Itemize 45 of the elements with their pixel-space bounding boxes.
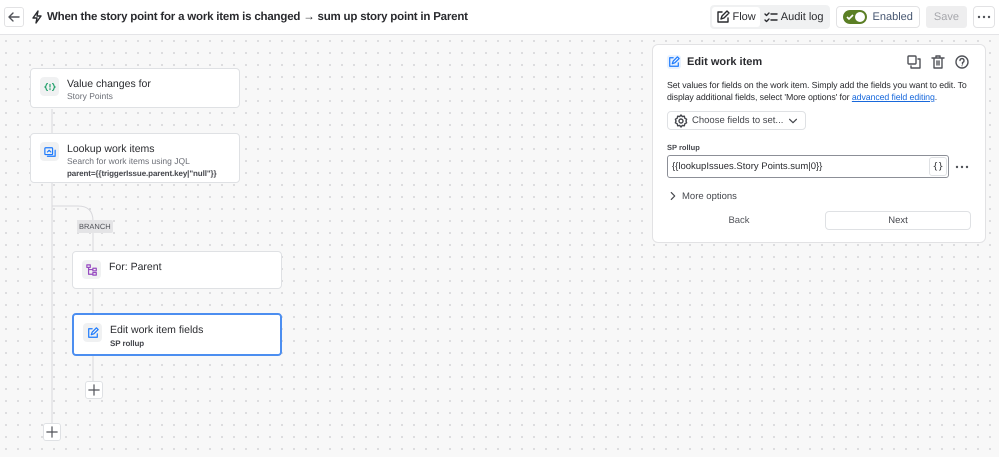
back-button[interactable]: Back (667, 211, 811, 230)
list-check-icon (764, 10, 778, 24)
settings-icon (674, 114, 688, 128)
back-button[interactable] (4, 7, 24, 27)
help-icon (955, 55, 969, 69)
enabled-toggle[interactable]: Enabled (836, 6, 920, 28)
step-title: Lookup work items (67, 142, 156, 156)
add-step-button[interactable] (43, 423, 61, 441)
view-tab[interactable]: Audit log (760, 7, 828, 27)
smart-value-button[interactable]: {} (929, 157, 947, 176)
step-title: For: Parent (109, 260, 162, 274)
step-card[interactable]: For: Parent (72, 251, 282, 289)
panel-description: Set values for fields on the work item. Simply add the fields you want to edit. To display additional fields, select 'More options' for advanced field editing. (667, 79, 968, 103)
advanced-field-editing-link[interactable]: advanced field editing (852, 92, 935, 102)
duplicate-button[interactable] (905, 55, 923, 69)
arrow-left-icon (7, 10, 21, 24)
more-button[interactable] (973, 6, 995, 28)
help-button[interactable] (953, 55, 971, 69)
choose-fields-button[interactable]: Choose fields to set... (667, 111, 806, 130)
panel-title: Edit work item (687, 56, 762, 68)
step-card[interactable]: Value changes for Story Points (30, 68, 240, 108)
copy-icon (907, 55, 921, 69)
step-subtitle: Search for work items using JQL (67, 156, 191, 167)
page-title: When the story point for a work item is changed → sum up story point in Parent (47, 11, 468, 23)
step-card[interactable]: Lookup work items Search for work items using JQL parent={{triggerIssue.parent.key|"null"}} (30, 133, 240, 183)
trash-icon (931, 55, 945, 69)
step-subtitle: Story Points (67, 91, 114, 102)
step-title: Edit work item fields (110, 323, 204, 337)
step-detail: SP rollup (110, 338, 146, 349)
more-options-toggle[interactable]: More options (667, 190, 737, 202)
next-button[interactable]: Next (825, 211, 971, 230)
step-detail: parent={{triggerIssue.parent.key|"null"}} (67, 168, 217, 179)
plus-icon (46, 426, 58, 438)
add-step-button[interactable] (85, 381, 103, 399)
toggle-label: Enabled (872, 11, 913, 23)
plus-icon (88, 384, 100, 396)
delete-button[interactable] (929, 55, 947, 69)
view-tab[interactable]: Flow (712, 7, 760, 27)
step-title: Value changes for (67, 77, 151, 91)
lightning-icon (30, 10, 44, 24)
input-field[interactable]: {{lookupIssues.Story Points.sum|0}} {} (667, 155, 949, 178)
switch[interactable] (842, 10, 867, 24)
step-card[interactable]: Edit work item fields SP rollup (72, 313, 282, 356)
braces-icon (44, 80, 56, 92)
branch-icon (86, 264, 98, 276)
